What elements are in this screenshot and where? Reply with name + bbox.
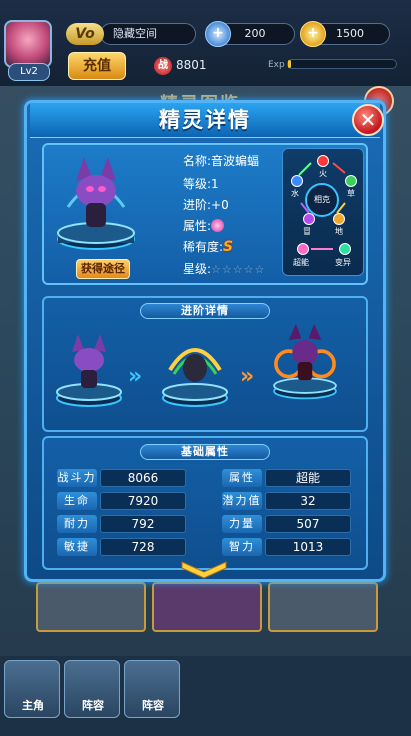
obtain-method-button[interactable]: 获得途径	[76, 259, 130, 279]
panel-header: 精灵详情	[30, 103, 380, 138]
psychic-type-label: 超能	[293, 258, 309, 267]
psychic-attribute-icon	[211, 219, 225, 232]
stat-value: 507	[265, 515, 351, 533]
star-rating: ☆☆☆☆☆	[211, 263, 266, 276]
pet-level-row: 等级:1	[183, 175, 219, 192]
stat-label: 属性	[222, 469, 262, 487]
stat-label: 生命	[57, 492, 97, 510]
rarity-badge: S	[223, 239, 234, 255]
attribute-label: 属性:	[183, 219, 212, 233]
type-chart[interactable]: 火 水 草 相克 冒 地 超能 变异	[282, 148, 364, 276]
recharge-button[interactable]: 充值	[68, 52, 126, 80]
ghost-type-label: 冒	[303, 227, 311, 236]
nav-hero-button[interactable]: 主角	[4, 660, 60, 718]
pet-sprite	[57, 157, 135, 250]
earth-type-icon	[333, 213, 345, 225]
top-hud: Lv2 隐藏空间 Vo 200 + 1500 + 充值 战 8801 Exp	[0, 0, 411, 86]
earth-type-label: 地	[335, 227, 343, 236]
evolution-arrow-icon: »	[240, 364, 255, 389]
stat-value: 8066	[100, 469, 186, 487]
evolution-header: 进阶详情	[140, 303, 270, 319]
fire-type-icon	[317, 155, 329, 167]
mutant-type-icon	[339, 243, 351, 255]
base-stats-header: 基础属性	[140, 444, 270, 460]
player-level-badge: Lv2	[8, 63, 50, 81]
grass-type-label: 草	[347, 189, 355, 198]
stat-label: 战斗力	[57, 469, 97, 487]
evolution-stage-1-sprite[interactable]	[54, 330, 124, 410]
water-type-label: 水	[291, 189, 299, 198]
player-name: 隐藏空间	[100, 23, 196, 45]
level-label: 等级:	[183, 177, 212, 191]
scroll-down-icon[interactable]	[178, 560, 230, 582]
evolution-arrow-icon: »	[128, 364, 143, 389]
stat-label: 力量	[222, 515, 262, 533]
stat-label: 潜力值	[222, 492, 262, 510]
evolution-stage-3-sprite[interactable]	[270, 322, 340, 402]
stat-value: 32	[265, 492, 351, 510]
pet-star-row: 星级:☆☆☆☆☆	[183, 260, 265, 277]
pet-advance-row: 进阶:+0	[183, 196, 229, 213]
pet-rarity-row: 稀有度:S	[183, 238, 233, 255]
stat-label: 耐力	[57, 515, 97, 533]
rarity-label: 稀有度:	[183, 240, 224, 254]
nav-label: 阵容	[82, 699, 104, 712]
exp-label: Exp	[268, 60, 285, 70]
nav-lineup-button[interactable]: 阵容	[64, 660, 120, 718]
fire-type-label: 火	[319, 169, 327, 178]
background-card	[36, 582, 146, 632]
stat-value: 728	[100, 538, 186, 556]
background-card	[268, 582, 378, 632]
nav-lineup-button[interactable]: 阵容	[124, 660, 180, 718]
exp-bar	[287, 59, 397, 69]
water-type-icon	[291, 175, 303, 187]
evolution-stage-2-sprite[interactable]	[160, 330, 230, 410]
pet-advance: +0	[211, 198, 229, 212]
bottom-nav: 主角 阵容 阵容	[0, 656, 411, 736]
exp-bar-fill	[288, 60, 292, 68]
add-coins-button[interactable]: +	[300, 21, 326, 47]
background-card	[152, 582, 262, 632]
advance-label: 进阶:	[183, 198, 212, 212]
pet-name-row: 名称:音波蝙蝠	[183, 152, 259, 169]
vip-badge[interactable]: Vo	[66, 23, 104, 45]
close-button[interactable]: ✕	[352, 104, 384, 136]
battle-points-value: 8801	[176, 58, 207, 72]
pet-attribute-row: 属性:	[183, 217, 225, 234]
add-gems-button[interactable]: +	[205, 21, 231, 47]
background-card-row	[30, 582, 382, 636]
mutant-type-label: 变异	[335, 258, 351, 267]
stat-value: 超能	[265, 469, 351, 487]
pet-level: 1	[211, 177, 219, 191]
pet-name: 音波蝙蝠	[211, 154, 260, 168]
stat-value: 7920	[100, 492, 186, 510]
name-label: 名称:	[183, 154, 212, 168]
ghost-type-icon	[303, 213, 315, 225]
star-label: 星级:	[183, 262, 212, 276]
battle-points-icon: 战	[154, 57, 172, 75]
psychic-type-icon	[297, 243, 309, 255]
panel-title: 精灵详情	[159, 108, 251, 132]
grass-type-icon	[345, 175, 357, 187]
nav-label: 主角	[22, 699, 44, 712]
nav-label: 阵容	[142, 699, 164, 712]
player-avatar[interactable]	[4, 20, 52, 68]
stat-value: 1013	[265, 538, 351, 556]
type-center-label: 相克	[305, 183, 339, 217]
stat-label: 敏捷	[57, 538, 97, 556]
stat-label: 智力	[222, 538, 262, 556]
stat-value: 792	[100, 515, 186, 533]
